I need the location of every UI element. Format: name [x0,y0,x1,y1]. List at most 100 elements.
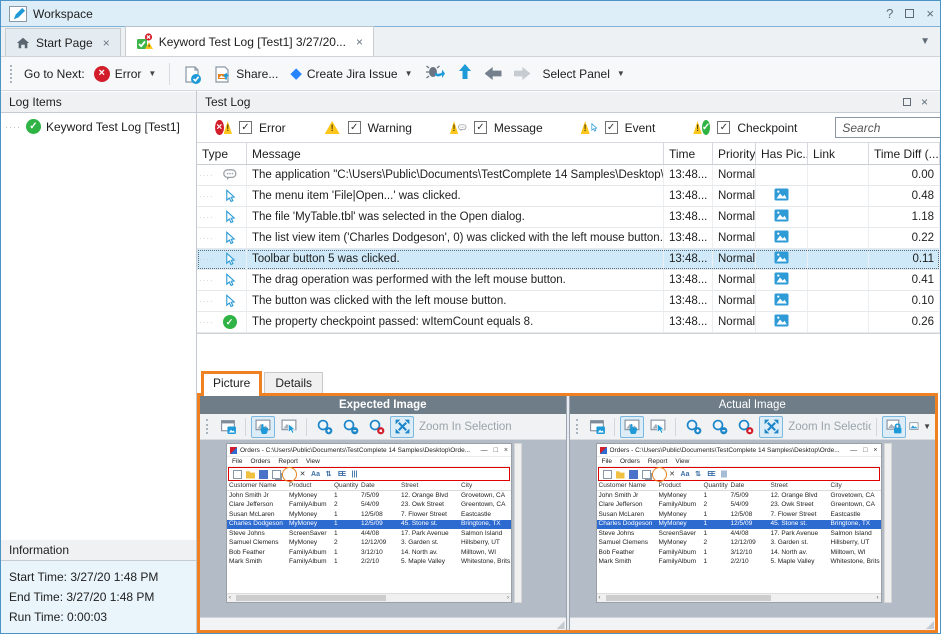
pan-mode-button[interactable] [251,416,275,438]
orders-grid: Customer NameProductQuantityDateStreetCi… [227,481,511,602]
log-row[interactable]: ✓ The file 'MyTable.tbl' was selected in… [197,207,940,228]
tab-start-page[interactable]: Start Page × [5,28,121,56]
orders-menu-item: File [232,458,242,465]
sort-az-icon: Aa [311,470,320,479]
expected-image-canvas[interactable]: Orders - C:\Users\Public\Documents\TestC… [200,440,566,617]
orders-menu-item: Orders [620,458,640,465]
tab-list-dropdown-icon[interactable]: ▼ [920,36,930,47]
toolbar-grip[interactable] [576,419,581,434]
sort-az-icon: Aa [681,470,690,479]
zoom-reset-button[interactable] [364,416,388,438]
log-row[interactable]: ✓ Toolbar button 5 was clicked. 13:48...… [197,249,940,270]
post-defect-button[interactable] [422,61,448,86]
orders-row: Susan McLarenMyMoney112/5/087. Flower St… [597,510,881,520]
actual-image-canvas[interactable]: Orders - C:\Users\Public\Documents\TestC… [570,440,936,617]
fit-image-button[interactable] [390,416,414,438]
filter-checkbox[interactable]: ✓ [348,121,361,134]
filter-toggle[interactable]: × ✓ ✓ Message [450,120,543,136]
has-picture-icon[interactable] [774,188,789,204]
toolbar-grip[interactable] [206,419,211,434]
tab-picture[interactable]: Picture [201,371,262,396]
col-link[interactable]: Link [808,143,869,164]
help-button[interactable]: ? [886,6,893,21]
filter-toggle[interactable]: × ✓ ✓ Event [581,120,656,136]
panel-close-icon[interactable]: × [921,95,928,109]
has-picture-icon[interactable] [774,209,789,225]
filter-checkbox[interactable]: ✓ [717,121,730,134]
log-row[interactable]: ✓ The application "C:\Users\Public\Docum… [197,165,940,186]
orders-row: Steve JohnsScreenSaver14/4/0817. Park Av… [597,529,881,539]
export-results-button[interactable] [180,63,204,85]
navigate-forward-button[interactable] [511,65,534,82]
zoom-in-button[interactable] [312,416,336,438]
log-row[interactable]: ✓ The property checkpoint passed: wItemC… [197,312,940,333]
toolbar-separator [169,63,170,85]
col-type[interactable]: Type [197,143,247,164]
log-row[interactable]: ✓ The drag operation was performed with … [197,270,940,291]
go-up-button[interactable] [454,61,476,86]
select-panel-button[interactable]: Select Panel ▼ [540,65,628,83]
filter-checkbox[interactable]: ✓ [474,121,487,134]
tab-keyword-test-log[interactable]: Keyword Test Log [Test1] 3/27/20... × [125,26,374,56]
tab-start-page-close-icon[interactable]: × [103,36,110,50]
viewer-vertical-scrollbar[interactable] [514,443,522,603]
search-input[interactable] [835,117,941,138]
close-button[interactable]: × [926,6,934,21]
col-message[interactable]: Message [247,143,664,164]
log-tree-item[interactable]: ···· ✓ Keyword Test Log [Test1] [5,119,192,134]
col-has-picture[interactable]: Has Pic... [756,143,808,164]
warning-icon [450,121,458,134]
orders-row: Charles DodgesonMyMoney112/5/0945. Stone… [227,520,511,530]
workspace-window: Workspace ? × Start Page × Keyword Test … [0,0,941,634]
select-mode-button[interactable] [646,416,670,438]
grid-view-icon: EE [707,470,716,479]
filter-toggle[interactable]: × ✓ ✓ Checkpoint [693,120,797,136]
log-row[interactable]: ✓ The list view item ('Charles Dodgeson'… [197,228,940,249]
has-picture-icon[interactable] [774,314,789,330]
navigate-back-button[interactable] [482,65,505,82]
filter-checkbox[interactable]: ✓ [605,121,618,134]
view-image-window-button[interactable] [216,416,240,438]
filter-toggle[interactable]: × ✓ ✓ Warning [324,120,412,136]
log-row[interactable]: ✓ The button was clicked with the left m… [197,291,940,312]
delete-icon: ✕ [668,470,677,479]
zoom-reset-button[interactable] [733,416,757,438]
filter-checkbox[interactable]: ✓ [239,121,252,134]
col-time-diff[interactable]: Time Diff (... [869,143,940,164]
log-priority: Normal [713,291,756,311]
log-message: The drag operation was performed with th… [247,270,664,290]
log-table-body: ✓ The application "C:\Users\Public\Docum… [197,165,940,333]
has-picture-icon[interactable] [774,293,789,309]
log-filter-bar: × ✓ ✓ Error × [197,113,940,143]
pan-mode-button[interactable] [620,416,644,438]
fit-image-button[interactable] [759,416,783,438]
has-picture-icon[interactable] [774,230,789,246]
col-priority[interactable]: Priority [713,143,756,164]
zoom-in-button[interactable] [681,416,705,438]
lock-images-button[interactable] [882,416,906,438]
image-options-dropdown-button[interactable]: ▼ [908,416,932,438]
message-icon [458,121,467,135]
viewer-vertical-scrollbar[interactable] [884,443,892,603]
tab-details[interactable]: Details [264,372,323,393]
chevron-down-icon: ▼ [405,69,413,78]
select-mode-button[interactable] [277,416,301,438]
maximize-button[interactable] [905,9,914,18]
tab-keyword-test-log-close-icon[interactable]: × [356,35,363,49]
has-picture-icon[interactable] [774,251,789,267]
log-row[interactable]: ✓ The menu item 'File|Open...' was click… [197,186,940,207]
toolbar-grip[interactable] [10,65,15,83]
window-title: Workspace [33,7,93,21]
share-button[interactable]: Share... [210,63,281,85]
orders-horizontal-scrollbar[interactable]: ‹› [227,593,511,602]
panel-maximize-icon[interactable] [903,98,911,106]
create-jira-issue-button[interactable]: ◆ Create Jira Issue ▼ [287,64,415,83]
col-time[interactable]: Time [664,143,713,164]
view-image-window-button[interactable] [585,416,609,438]
has-picture-icon[interactable] [774,272,789,288]
go-to-next-error-button[interactable]: × Error ▼ [91,64,160,84]
orders-horizontal-scrollbar[interactable]: ‹› [597,593,881,602]
zoom-out-button[interactable] [338,416,362,438]
zoom-out-button[interactable] [707,416,731,438]
filter-toggle[interactable]: × ✓ ✓ Error [215,120,286,136]
